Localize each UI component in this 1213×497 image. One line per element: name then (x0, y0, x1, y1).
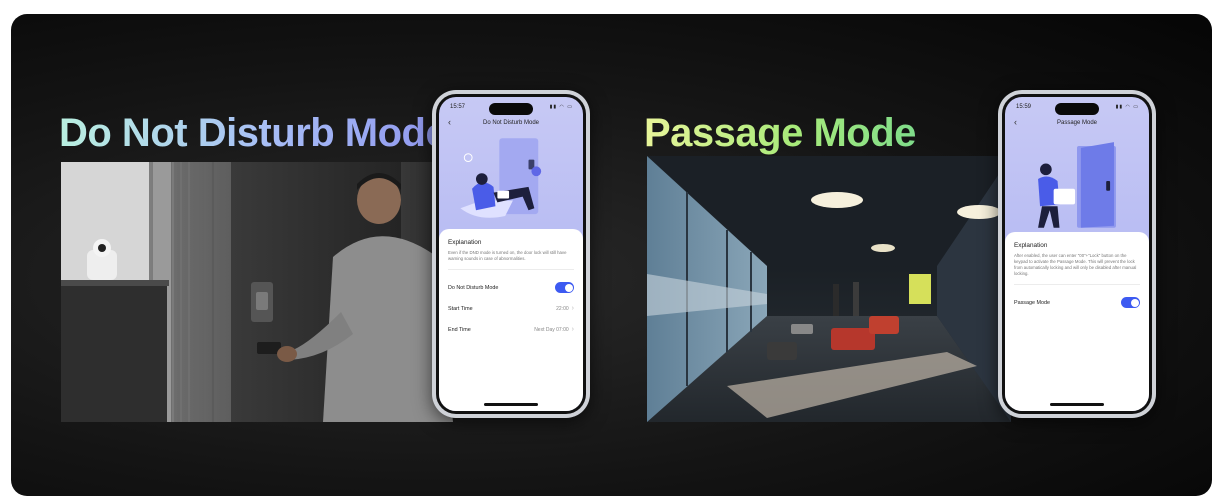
status-time: 15:59 (1016, 104, 1032, 110)
passage-mode-toggle[interactable] (1121, 297, 1140, 308)
start-time-value: 22:00 (556, 306, 569, 312)
nav-title: Do Not Disturb Mode (482, 120, 540, 126)
end-time-row[interactable]: End Time Next Day 07:00 › (448, 319, 574, 340)
settings-sheet: Explanation Even if the DND mode is turn… (439, 229, 583, 411)
divider (448, 269, 574, 270)
passage-headline: Passage Mode (644, 111, 916, 155)
start-time-row[interactable]: Start Time 22:00 › (448, 298, 574, 319)
chevron-right-icon: › (571, 305, 574, 312)
start-time-label: Start Time (448, 305, 473, 312)
dynamic-island (489, 103, 533, 115)
explanation-text: Even if the DND mode is turned on, the d… (448, 250, 567, 261)
chevron-right-icon: › (571, 326, 574, 333)
dnd-mode-row: Do Not Disturb Mode (448, 277, 574, 298)
dynamic-island (1055, 103, 1099, 115)
explanation-text: After enabled, the user can enter "00"+"… (1014, 253, 1137, 276)
settings-sheet: Explanation After enabled, the user can … (1005, 232, 1149, 411)
status-time: 15:57 (450, 104, 466, 110)
dnd-headline: Do Not Disturb Mode (59, 111, 448, 155)
end-time-value: Next Day 07:00 (534, 327, 569, 333)
dnd-mode-toggle[interactable] (555, 282, 574, 293)
passage-phone: 15:59 ▮▮ ◠ ▭ ‹ Passage Mode Explanation … (998, 90, 1156, 418)
status-icons: ▮▮ ◠ ▭ (549, 104, 573, 110)
passage-photo (647, 156, 1011, 422)
passage-mode-label: Passage Mode (1014, 299, 1050, 306)
passage-illustration (1038, 142, 1116, 228)
dnd-illustration (460, 138, 542, 218)
explanation-title: Explanation (448, 239, 482, 246)
divider (1014, 284, 1140, 285)
dnd-phone: 15:57 ▮▮ ◠ ▭ ‹ Do Not Disturb Mode Expla… (432, 90, 590, 418)
end-time-label: End Time (448, 326, 471, 333)
nav-title: Passage Mode (1056, 120, 1098, 126)
explanation-title: Explanation (1014, 242, 1048, 249)
dnd-mode-label: Do Not Disturb Mode (448, 284, 499, 291)
home-indicator (484, 403, 538, 406)
status-icons: ▮▮ ◠ ▭ (1115, 104, 1139, 110)
passage-phone-screen: 15:59 ▮▮ ◠ ▭ ‹ Passage Mode Explanation … (1005, 97, 1149, 411)
home-indicator (1050, 403, 1104, 406)
dnd-photo (61, 162, 453, 422)
dnd-phone-screen: 15:57 ▮▮ ◠ ▭ ‹ Do Not Disturb Mode Expla… (439, 97, 583, 411)
passage-mode-row: Passage Mode (1014, 292, 1140, 313)
